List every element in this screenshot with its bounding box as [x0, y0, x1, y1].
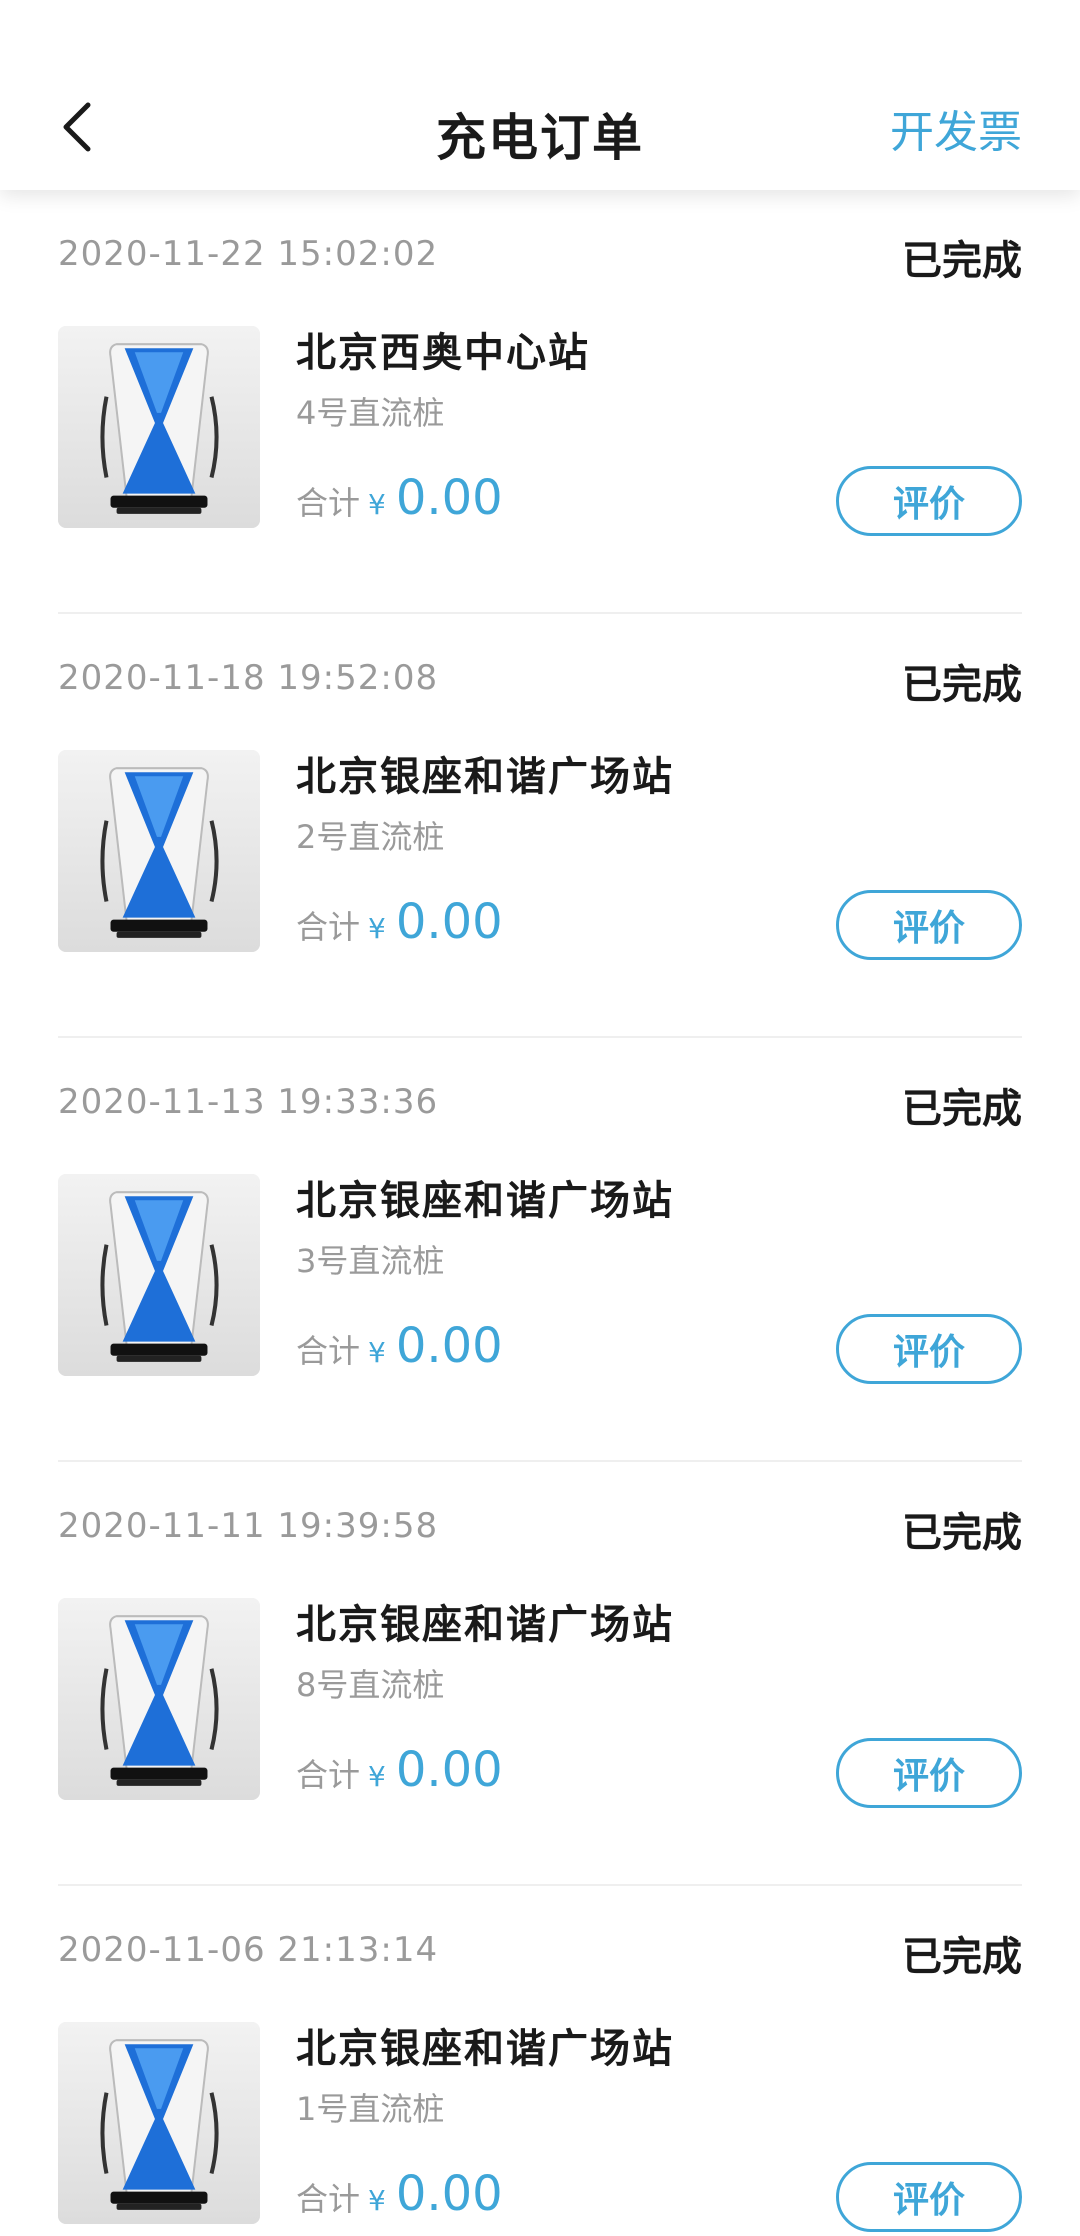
order-total: 合计 ¥ 0.00 — [296, 894, 503, 954]
order-card[interactable]: 2020-11-22 15:02:02 已完成 北京西奥中心站 4号直流桩 合计… — [0, 190, 1080, 614]
order-status: 已完成 — [902, 1934, 1022, 1980]
currency-symbol: ¥ — [368, 2184, 386, 2217]
total-amount: 0.00 — [395, 470, 503, 526]
order-total: 合计 ¥ 0.00 — [296, 1318, 503, 1378]
order-card[interactable]: 2020-11-06 21:13:14 已完成 北京银座和谐广场站 1号直流桩 … — [0, 1886, 1080, 2236]
total-amount: 0.00 — [395, 894, 503, 950]
rate-button[interactable]: 评价 — [836, 1738, 1022, 1808]
order-card[interactable]: 2020-11-11 19:39:58 已完成 北京银座和谐广场站 8号直流桩 … — [0, 1462, 1080, 1886]
order-status: 已完成 — [902, 662, 1022, 708]
order-status: 已完成 — [902, 1510, 1022, 1556]
charging-pile-image — [58, 2022, 260, 2224]
currency-symbol: ¥ — [368, 488, 386, 521]
total-label: 合计 — [296, 2180, 361, 2218]
order-total: 合计 ¥ 0.00 — [296, 2166, 503, 2226]
order-total: 合计 ¥ 0.00 — [296, 470, 503, 530]
total-label: 合计 — [296, 908, 361, 946]
station-name: 北京银座和谐广场站 — [296, 1602, 674, 1648]
order-status: 已完成 — [902, 1086, 1022, 1132]
pile-number: 3号直流桩 — [296, 1242, 445, 1280]
pile-number: 4号直流桩 — [296, 394, 445, 432]
station-name: 北京银座和谐广场站 — [296, 1178, 674, 1224]
charging-pile-image — [58, 1598, 260, 1800]
rate-button[interactable]: 评价 — [836, 1314, 1022, 1384]
rate-button[interactable]: 评价 — [836, 890, 1022, 960]
order-datetime: 2020-11-06 21:13:14 — [58, 1930, 439, 1970]
charging-pile-image — [58, 326, 260, 528]
order-card[interactable]: 2020-11-13 19:33:36 已完成 北京银座和谐广场站 3号直流桩 … — [0, 1038, 1080, 1462]
total-amount: 0.00 — [395, 1318, 503, 1374]
order-card[interactable]: 2020-11-18 19:52:08 已完成 北京银座和谐广场站 2号直流桩 … — [0, 614, 1080, 1038]
rate-button[interactable]: 评价 — [836, 2162, 1022, 2232]
order-status: 已完成 — [902, 238, 1022, 284]
order-datetime: 2020-11-13 19:33:36 — [58, 1082, 439, 1122]
station-name: 北京西奥中心站 — [296, 330, 590, 376]
currency-symbol: ¥ — [368, 912, 386, 945]
station-name: 北京银座和谐广场站 — [296, 754, 674, 800]
currency-symbol: ¥ — [368, 1760, 386, 1793]
currency-symbol: ¥ — [368, 1336, 386, 1369]
rate-button[interactable]: 评价 — [836, 466, 1022, 536]
charging-pile-image — [58, 1174, 260, 1376]
pile-number: 1号直流桩 — [296, 2090, 445, 2128]
order-datetime: 2020-11-18 19:52:08 — [58, 658, 439, 698]
order-datetime: 2020-11-22 15:02:02 — [58, 234, 439, 274]
pile-number: 8号直流桩 — [296, 1666, 445, 1704]
charging-orders-page: 充电订单 开发票 2020-11-22 15:02:02 已完成 北京西奥中心站… — [0, 0, 1080, 2236]
order-list: 2020-11-22 15:02:02 已完成 北京西奥中心站 4号直流桩 合计… — [0, 190, 1080, 2236]
order-datetime: 2020-11-11 19:39:58 — [58, 1506, 439, 1546]
total-label: 合计 — [296, 484, 361, 522]
station-name: 北京银座和谐广场站 — [296, 2026, 674, 2072]
charging-pile-image — [58, 750, 260, 952]
pile-number: 2号直流桩 — [296, 818, 445, 856]
total-amount: 0.00 — [395, 1742, 503, 1798]
order-total: 合计 ¥ 0.00 — [296, 1742, 503, 1802]
app-header: 充电订单 开发票 — [0, 0, 1080, 190]
total-label: 合计 — [296, 1756, 361, 1794]
total-amount: 0.00 — [395, 2166, 503, 2222]
total-label: 合计 — [296, 1332, 361, 1370]
invoice-button[interactable]: 开发票 — [890, 96, 1022, 160]
